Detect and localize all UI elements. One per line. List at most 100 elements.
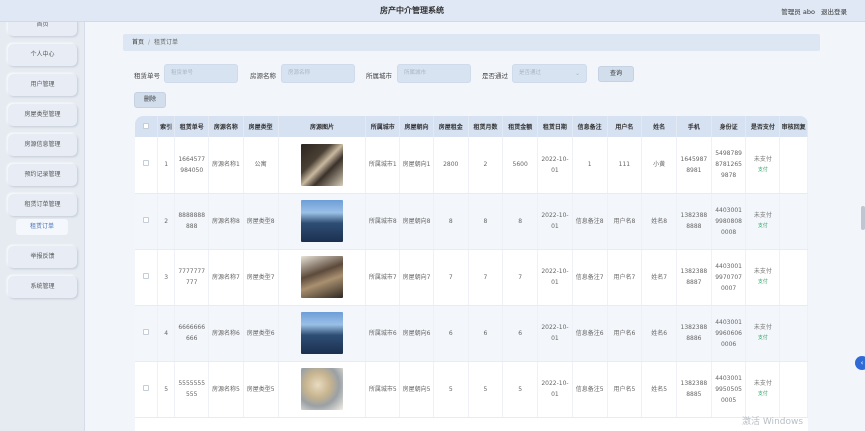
cell-house-name: 房源名称7: [208, 249, 244, 306]
cell-amount: 8: [502, 193, 539, 250]
sidebar-item-rental-orders[interactable]: 租赁订单管理: [8, 194, 77, 216]
sidebar: 首页 个人中心 用户管理 房屋类型管理 房源信息管理 预约记录管理 租赁订单管理…: [0, 0, 85, 431]
cell-city: 所属城市6: [365, 305, 401, 362]
cell-house-name: 房源名称5: [208, 361, 244, 418]
cell-note: 信息备注6: [572, 305, 608, 362]
cell-index: 5: [157, 361, 176, 418]
cell-note: 信息备注8: [572, 193, 608, 250]
floorplan-photo: [300, 368, 343, 410]
house-name-input[interactable]: 房源名称: [281, 64, 355, 83]
cell-city: 所属城市7: [365, 249, 401, 306]
cell-rent: 5: [433, 361, 469, 418]
cell-orientation: 房屋朝向5: [399, 361, 434, 418]
select-all-checkbox[interactable]: [142, 122, 149, 129]
row-checkbox[interactable]: [142, 328, 149, 335]
cell-months: 6: [468, 305, 504, 362]
sidebar-item-system[interactable]: 系统管理: [8, 276, 77, 298]
cell-amount: 5600: [502, 137, 539, 194]
row-select-cell[interactable]: [135, 305, 158, 362]
pay-button[interactable]: 支付: [748, 277, 777, 288]
cell-username: 111: [607, 137, 643, 194]
row-checkbox[interactable]: [142, 272, 149, 279]
cell-note: 信息备注7: [572, 249, 608, 306]
chevron-down-icon: ⌄: [574, 70, 580, 77]
cell-city: 所属城市5: [365, 361, 401, 418]
row-select-cell[interactable]: [135, 137, 158, 194]
cell-id-card: 440300199606060006: [711, 305, 747, 362]
cell-username: 用户名6: [607, 305, 643, 362]
sidebar-item-appointments[interactable]: 预约记录管理: [8, 164, 77, 186]
row-select-cell[interactable]: [135, 193, 158, 250]
table-row: 4 6666666666 房源名称6 房屋类型6 所属城市6 房屋朝向6 6 6…: [135, 305, 808, 362]
cell-months: 8: [468, 193, 504, 250]
logout-link[interactable]: 退出登录: [821, 8, 847, 16]
row-select-cell[interactable]: [135, 249, 158, 306]
passed-label: 是否通过: [482, 72, 508, 80]
cell-reply: [779, 249, 808, 306]
chevron-left-icon[interactable]: ‹: [855, 356, 865, 370]
column-header: 房源图片: [278, 116, 367, 137]
cell-house-name: 房源名称1: [208, 137, 244, 194]
column-header: 房屋类型: [243, 116, 279, 137]
row-checkbox[interactable]: [142, 160, 149, 167]
cell-name: 姓名5: [641, 361, 677, 418]
cell-pay: 未支付 支付: [745, 193, 781, 250]
sidebar-item-feedback[interactable]: 举报反馈: [8, 246, 77, 268]
cell-date: 2022-10-01: [537, 137, 573, 194]
cell-order-no: 7777777777: [174, 249, 210, 306]
cell-order-no: 6666666666: [174, 305, 210, 362]
row-checkbox[interactable]: [142, 216, 149, 223]
query-button[interactable]: 查询: [598, 66, 634, 82]
cell-rent: 6: [433, 305, 469, 362]
sidebar-item-users[interactable]: 用户管理: [8, 74, 77, 96]
cell-pay: 未支付 支付: [745, 361, 781, 418]
cell-phone: 13823888885: [676, 361, 712, 418]
cell-house-type: 房屋类型8: [243, 193, 279, 250]
cell-id-card: 549878987812659878: [711, 137, 747, 194]
page-scrollbar[interactable]: [861, 206, 865, 230]
pay-button[interactable]: 支付: [748, 165, 777, 176]
app-title: 房产中介管理系统: [380, 6, 444, 15]
order-no-input[interactable]: 租赁单号: [164, 64, 238, 83]
cell-months: 5: [468, 361, 504, 418]
sidebar-item-house-types[interactable]: 房屋类型管理: [8, 104, 77, 126]
cell-image: [278, 137, 367, 194]
cell-id-card: 440300199808080008: [711, 193, 747, 250]
cell-order-no: 5555555555: [174, 361, 210, 418]
admin-label: 管理员 abo: [781, 8, 815, 16]
cell-index: 3: [157, 249, 176, 306]
sidebar-subitem-rental-order[interactable]: 租赁订单: [16, 219, 68, 235]
column-header: 手机: [676, 116, 712, 137]
delete-button[interactable]: 删除: [134, 92, 166, 108]
bedroom-photo: [300, 256, 343, 298]
row-checkbox[interactable]: [142, 384, 149, 391]
pay-button[interactable]: 支付: [748, 389, 777, 400]
select-all-header[interactable]: [135, 116, 158, 137]
pay-status: 未支付: [753, 155, 772, 163]
column-header: 是否支付: [745, 116, 781, 137]
cell-orientation: 房屋朝向1: [399, 137, 434, 194]
cell-date: 2022-10-01: [537, 305, 573, 362]
column-header: 租赁金额: [502, 116, 539, 137]
cell-orientation: 房屋朝向6: [399, 305, 434, 362]
cell-amount: 5: [502, 361, 539, 418]
cell-id-card: 440300199707070007: [711, 249, 747, 306]
column-header: 房屋朝向: [399, 116, 434, 137]
cell-months: 7: [468, 249, 504, 306]
cell-months: 2: [468, 137, 504, 194]
sidebar-item-listings[interactable]: 房源信息管理: [8, 134, 77, 156]
city-input[interactable]: 所属城市: [397, 64, 471, 83]
row-select-cell[interactable]: [135, 361, 158, 418]
cell-image: [278, 305, 367, 362]
cell-house-type: 公寓: [243, 137, 279, 194]
rental-order-table: 索引 租赁单号 房源名称 房屋类型 房源图片 所属城市 房屋朝向 房屋租金 租赁…: [135, 116, 808, 431]
passed-select[interactable]: 是否通过 ⌄: [512, 64, 587, 83]
sidebar-item-profile[interactable]: 个人中心: [8, 44, 77, 66]
cell-rent: 7: [433, 249, 469, 306]
pay-button[interactable]: 支付: [748, 333, 777, 344]
top-bar: 房产中介管理系统 管理员 abo 退出登录: [0, 0, 865, 22]
cell-phone: 13823888886: [676, 305, 712, 362]
breadcrumb-home[interactable]: 首页: [132, 39, 144, 46]
cell-index: 4: [157, 305, 176, 362]
pay-button[interactable]: 支付: [748, 221, 777, 232]
